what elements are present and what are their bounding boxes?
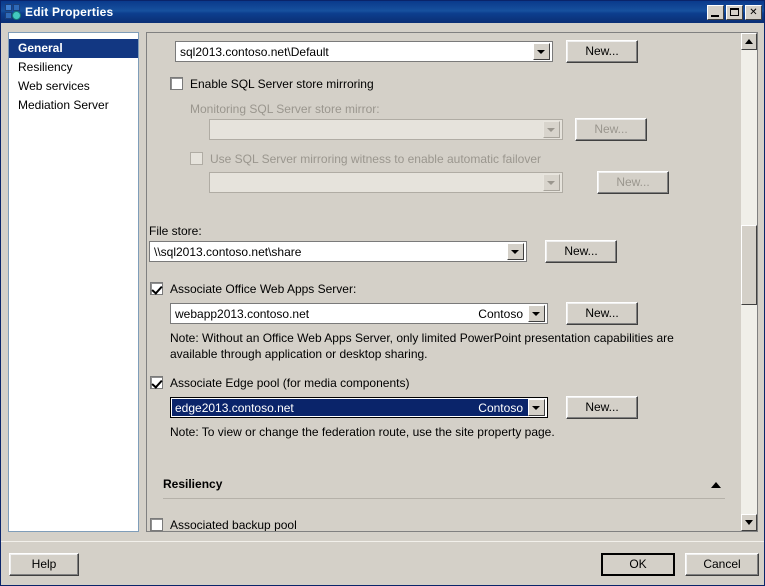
scrollbar-thumb[interactable]	[741, 225, 757, 305]
chevron-down-icon[interactable]	[528, 399, 545, 416]
sidebar-item-mediation-server[interactable]: Mediation Server	[9, 96, 138, 115]
sidebar-item-general[interactable]: General	[9, 39, 138, 58]
help-button[interactable]: Help	[9, 553, 79, 576]
chevron-up-icon[interactable]	[711, 482, 721, 488]
edge-pool-value: edge2013.contoso.net	[175, 400, 294, 415]
chevron-down-icon	[543, 174, 560, 191]
sql-store-combo[interactable]: sql2013.contoso.net\Default	[175, 41, 553, 62]
associated-backup-pool-label: Associated backup pool	[170, 518, 297, 531]
mirroring-witness-label: Use SQL Server mirroring witness to enab…	[210, 152, 542, 166]
window-controls: ✕	[707, 4, 764, 20]
mirroring-witness-combo	[209, 172, 563, 193]
settings-panel: sql2013.contoso.net\Default New... Enabl…	[146, 32, 758, 532]
edge-pool-domain: Contoso	[478, 400, 523, 415]
chevron-down-icon[interactable]	[533, 43, 550, 60]
cancel-button[interactable]: Cancel	[685, 553, 759, 576]
associate-office-web-apps-label: Associate Office Web Apps Server:	[170, 282, 357, 296]
enable-sql-mirroring-label: Enable SQL Server store mirroring	[190, 77, 374, 91]
chevron-down-icon[interactable]	[507, 243, 524, 260]
enable-sql-mirroring-checkbox[interactable]	[170, 77, 183, 90]
sidebar-item-web-services[interactable]: Web services	[9, 77, 138, 96]
close-button[interactable]: ✕	[745, 4, 762, 20]
window-title: Edit Properties	[25, 5, 114, 19]
monitoring-mirror-new-button: New...	[575, 118, 647, 141]
navigation-pane: General Resiliency Web services Mediatio…	[8, 32, 139, 532]
file-store-new-button[interactable]: New...	[545, 240, 617, 263]
scroll-down-button[interactable]	[741, 514, 757, 531]
scroll-up-button[interactable]	[741, 33, 757, 50]
close-icon: ✕	[749, 6, 758, 18]
settings-vertical-scrollbar[interactable]	[740, 33, 757, 531]
sql-store-new-button[interactable]: New...	[566, 40, 638, 63]
edit-properties-dialog: Edit Properties ✕ General Resiliency Web…	[0, 0, 765, 586]
associate-edge-pool-label: Associate Edge pool (for media component…	[170, 376, 410, 390]
chevron-down-icon[interactable]	[528, 305, 545, 322]
dialog-footer: Help OK Cancel	[1, 541, 764, 585]
section-divider	[163, 498, 725, 499]
maximize-button[interactable]	[726, 4, 743, 20]
associate-office-web-apps-checkbox[interactable]	[150, 282, 163, 295]
edge-pool-note: Note: To view or change the federation r…	[170, 425, 555, 439]
office-web-apps-value: webapp2013.contoso.net	[175, 306, 310, 321]
properties-icon	[5, 4, 21, 20]
associated-backup-pool-checkbox[interactable]	[150, 518, 163, 531]
minimize-button[interactable]	[707, 4, 724, 20]
triangle-up-icon	[745, 39, 753, 44]
mirroring-witness-new-button: New...	[597, 171, 669, 194]
monitoring-mirror-label: Monitoring SQL Server store mirror:	[190, 102, 380, 116]
triangle-down-icon	[745, 520, 753, 525]
file-store-value: \\sql2013.contoso.net\share	[154, 244, 302, 259]
edge-pool-combo[interactable]: edge2013.contoso.net Contoso	[170, 397, 548, 418]
title-bar: Edit Properties ✕	[1, 1, 764, 23]
mirroring-witness-checkbox	[190, 152, 203, 165]
office-web-apps-domain: Contoso	[478, 306, 523, 321]
file-store-label: File store:	[149, 224, 202, 238]
file-store-combo[interactable]: \\sql2013.contoso.net\share	[149, 241, 527, 262]
resiliency-section-title: Resiliency	[163, 477, 223, 491]
dialog-body: General Resiliency Web services Mediatio…	[1, 23, 764, 541]
resiliency-section-header[interactable]: Resiliency	[163, 477, 725, 499]
associate-edge-pool-checkbox[interactable]	[150, 376, 163, 389]
office-web-apps-new-button[interactable]: New...	[566, 302, 638, 325]
sidebar-item-resiliency[interactable]: Resiliency	[9, 58, 138, 77]
chevron-down-icon	[543, 121, 560, 138]
settings-scroll-area: sql2013.contoso.net\Default New... Enabl…	[147, 33, 741, 531]
monitoring-mirror-combo	[209, 119, 563, 140]
edge-pool-new-button[interactable]: New...	[566, 396, 638, 419]
edge-pool-selection: edge2013.contoso.net Contoso	[172, 399, 528, 416]
ok-button[interactable]: OK	[601, 553, 675, 576]
office-web-apps-note: Note: Without an Office Web Apps Server,…	[170, 331, 674, 361]
sql-store-value: sql2013.contoso.net\Default	[180, 44, 329, 59]
office-web-apps-combo[interactable]: webapp2013.contoso.net Contoso	[170, 303, 548, 324]
